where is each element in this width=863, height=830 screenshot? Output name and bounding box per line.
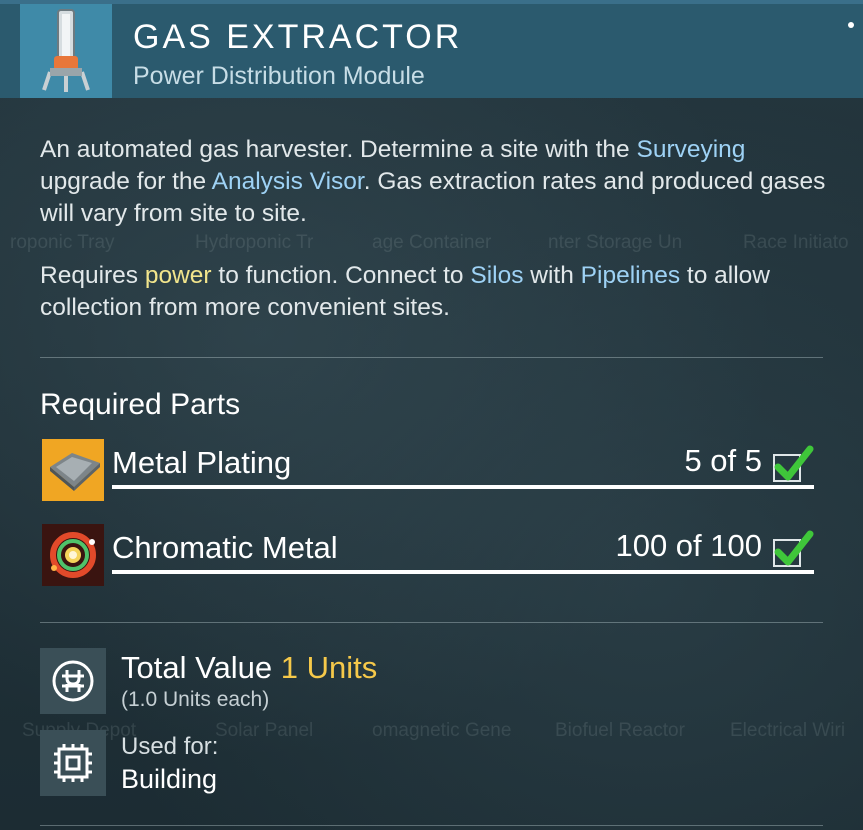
background-label: Biofuel Reactor <box>555 720 685 741</box>
description-keyword: power <box>144 262 212 289</box>
total-value-label: Total Value 1 Units <box>121 650 377 686</box>
check-icon <box>770 445 814 485</box>
required-parts-title: Required Parts <box>40 388 241 421</box>
description-text: with <box>523 262 581 289</box>
units-icon <box>40 648 106 714</box>
description-paragraph-1: An automated gas harvester. Determine a … <box>40 134 830 230</box>
part-progress-bar <box>112 485 814 489</box>
background-label: age Container <box>372 232 492 253</box>
page-subtitle: Power Distribution Module <box>133 62 425 90</box>
part-name: Metal Plating <box>112 445 292 480</box>
background-label: Race Initiato <box>743 232 849 253</box>
description-keyword: Analysis Visor <box>211 168 364 195</box>
chromatic-metal-icon <box>42 524 104 586</box>
part-name: Chromatic Metal <box>112 530 338 565</box>
background-label: Hydroponic Tr <box>195 232 314 253</box>
divider <box>40 357 823 358</box>
background-label: Electrical Wiri <box>730 720 846 741</box>
metal-plating-icon <box>42 439 104 501</box>
chip-icon <box>40 730 106 796</box>
part-count: 5 of 5 <box>684 443 762 478</box>
part-count: 100 of 100 <box>615 528 762 563</box>
used-for-label: Used for: <box>121 733 219 760</box>
background-label: nter Storage Un <box>548 232 683 253</box>
description-keyword: Silos <box>470 262 524 289</box>
item-header: GAS EXTRACTOR Power Distribution Module <box>0 4 863 98</box>
page-title: GAS EXTRACTOR <box>133 18 463 56</box>
required-part-row[interactable]: Chromatic Metal 100 of 100 <box>42 524 814 590</box>
description-text: upgrade for the <box>40 168 212 195</box>
total-value-text: Total Value <box>121 650 273 685</box>
background-label: omagnetic Gene <box>372 720 512 741</box>
gas-extractor-icon <box>20 4 112 98</box>
indicator-dot <box>848 22 854 28</box>
background-label: roponic Tray <box>10 232 115 253</box>
background-label: Solar Panel <box>215 720 314 741</box>
required-part-row[interactable]: Metal Plating 5 of 5 <box>42 439 814 505</box>
description-text: Requires <box>40 262 145 289</box>
units-each: (1.0 Units each) <box>121 688 270 711</box>
description-keyword: Surveying <box>636 136 746 163</box>
description-paragraph-2: Requires power to function. Connect to S… <box>40 260 830 324</box>
description-keyword: Pipelines <box>580 262 681 289</box>
part-progress-bar <box>112 570 814 574</box>
total-value-units: 1 Units <box>280 650 378 685</box>
used-for-value: Building <box>121 764 218 794</box>
divider <box>40 622 823 623</box>
check-icon <box>770 530 814 570</box>
description-text: to function. Connect to <box>211 262 471 289</box>
description-text: An automated gas harvester. Determine a … <box>40 136 637 163</box>
divider <box>40 825 823 826</box>
